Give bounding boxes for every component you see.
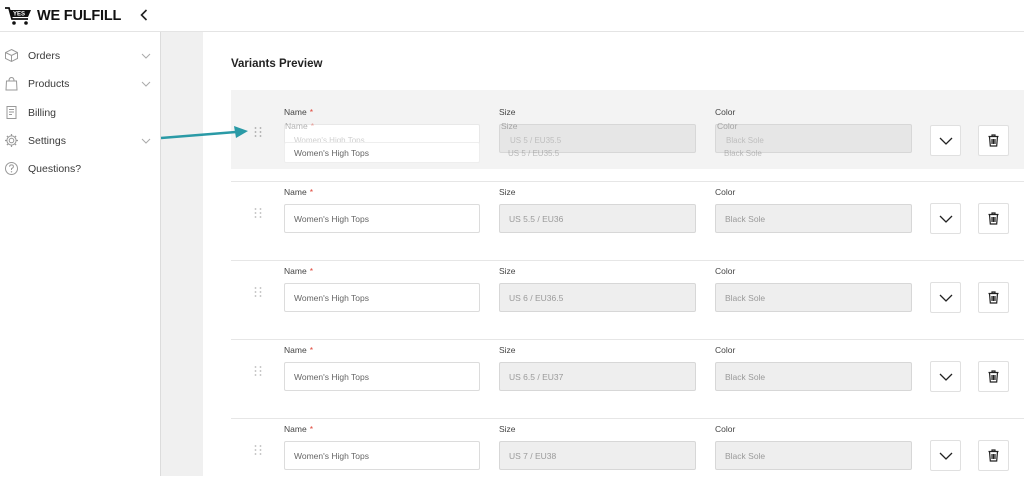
trash-icon [988, 291, 999, 304]
drag-handle-icon[interactable] [253, 286, 263, 298]
name-input[interactable]: Women's High Tops [284, 441, 480, 470]
name-input[interactable]: Women's High Tops [284, 362, 480, 391]
delete-variant-button[interactable] [978, 440, 1009, 471]
drag-handle-icon[interactable] [253, 207, 263, 219]
chevron-down-icon [141, 81, 151, 87]
variant-row: Name * Size Color Women's High Tops US 6.… [231, 339, 1024, 415]
variant-row-dragging[interactable]: Name * Size Color Name * Size Color Women'… [231, 90, 1024, 169]
expand-variant-button[interactable] [930, 282, 961, 313]
sidebar-item-label: Billing [28, 107, 57, 119]
color-label: Color [715, 107, 736, 117]
size-label: Size [499, 266, 516, 276]
size-input: US 5.5 / EU36 [499, 204, 696, 233]
name-label: Name * [284, 266, 313, 276]
size-label: Size [499, 345, 516, 355]
variant-row: Name * Size Color Women's High Tops US 7 … [231, 418, 1024, 494]
receipt-icon [6, 106, 17, 119]
sidebar: Orders Products Billing Settings Questio… [0, 32, 161, 476]
variant-row: Name * Size Color Women's High Tops US 5.… [231, 181, 1024, 257]
color-label: Color [715, 424, 736, 434]
collapse-sidebar-button[interactable] [137, 7, 151, 23]
size-input: US 7 / EU38 [499, 441, 696, 470]
name-input[interactable]: Women's High Tops [284, 204, 480, 233]
svg-text:YES: YES [13, 12, 25, 18]
delete-variant-button[interactable] [978, 361, 1009, 392]
bag-icon [5, 76, 18, 91]
size-label: Size [499, 187, 516, 197]
trash-icon [988, 370, 999, 383]
question-icon [5, 162, 18, 175]
size-input: US 6.5 / EU37 [499, 362, 696, 391]
sidebar-item-label: Settings [28, 135, 66, 147]
delete-variant-button[interactable] [978, 203, 1009, 234]
ghost-color-input: Black Sole [724, 148, 762, 158]
sidebar-item-label: Orders [28, 50, 61, 62]
top-bar: YES WE FULFILL [0, 0, 1024, 32]
size-label: Size [499, 107, 516, 117]
sidebar-item-orders[interactable]: Orders [0, 44, 160, 68]
chevron-down-icon [141, 53, 151, 59]
ghost-name-input: Women's High Tops [284, 142, 480, 163]
trash-icon [988, 134, 999, 147]
color-input: Black Sole [715, 441, 912, 470]
drag-handle-icon[interactable] [253, 365, 263, 377]
chevron-down-icon [939, 452, 952, 460]
brand-name: WE FULFILL [37, 8, 122, 24]
name-input[interactable]: Women's High Tops [284, 283, 480, 312]
drag-handle-icon[interactable] [253, 126, 263, 138]
sidebar-item-products[interactable]: Products [0, 72, 160, 96]
sidebar-item-questions[interactable]: Questions? [0, 157, 160, 181]
expand-variant-button[interactable] [930, 440, 961, 471]
chevron-down-icon [939, 294, 952, 302]
name-label: Name * [284, 187, 313, 197]
variant-row: Name * Size Color Women's High Tops US 6 … [231, 260, 1024, 336]
chevron-down-icon [939, 137, 952, 145]
sidebar-item-settings[interactable]: Settings [0, 129, 160, 153]
box-icon [5, 48, 18, 63]
color-input: Black Sole [715, 204, 912, 233]
page-title: Variants Preview [231, 58, 323, 70]
ghost-size-input: US 5 / EU35.5 [508, 148, 560, 158]
trash-icon [988, 449, 999, 462]
gear-icon [5, 134, 18, 147]
color-label: Color [715, 266, 736, 276]
delete-variant-button[interactable] [978, 282, 1009, 313]
brand-logo[interactable]: YES WE FULFILL [4, 5, 121, 27]
sidebar-item-label: Questions? [28, 163, 82, 175]
cart-logo-icon: YES [5, 7, 31, 25]
chevron-down-icon [939, 373, 952, 381]
name-label: Name * [284, 424, 313, 434]
chevron-left-icon [140, 9, 148, 21]
delete-variant-button[interactable] [978, 125, 1009, 156]
name-label: Name * [284, 345, 313, 355]
color-input: Black Sole [715, 362, 912, 391]
content-gutter [161, 32, 203, 476]
color-input: Black Sole [715, 283, 912, 312]
color-label: Color [715, 345, 736, 355]
sidebar-item-label: Products [28, 78, 70, 90]
main-content: Variants Preview Name * Size Color Name … [203, 32, 1024, 494]
chevron-down-icon [939, 215, 952, 223]
name-label: Name * [284, 107, 313, 117]
expand-variant-button[interactable] [930, 125, 961, 156]
trash-icon [988, 212, 999, 225]
expand-variant-button[interactable] [930, 203, 961, 234]
color-label: Color [715, 187, 736, 197]
size-label: Size [499, 424, 516, 434]
drag-handle-icon[interactable] [253, 444, 263, 456]
annotation-arrow-icon [160, 126, 248, 140]
sidebar-item-billing[interactable]: Billing [0, 101, 160, 125]
expand-variant-button[interactable] [930, 361, 961, 392]
size-input: US 6 / EU36.5 [499, 283, 696, 312]
chevron-down-icon [141, 138, 151, 144]
